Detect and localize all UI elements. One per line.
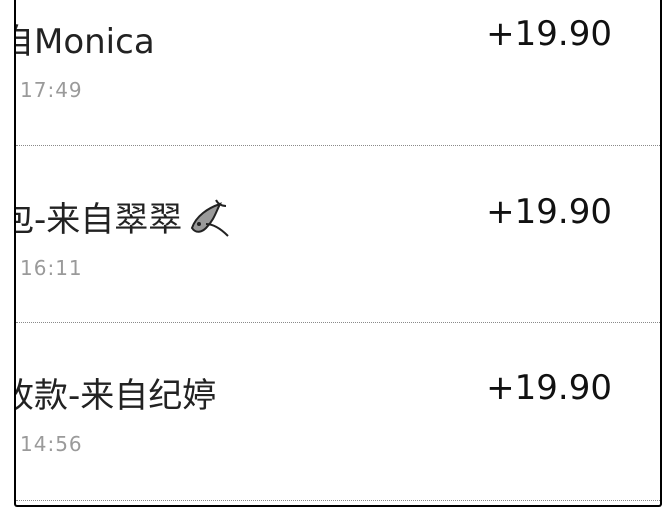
transaction-amount: +19.90 (486, 368, 612, 408)
transaction-title: 自Monica (14, 22, 155, 62)
fish-emoji-icon (186, 194, 232, 249)
transaction-amount: +19.90 (486, 192, 612, 232)
transaction-row[interactable]: 包-来自翠翠 16:11 +19.90 (16, 179, 660, 357)
transaction-row[interactable]: 自Monica 17:49 +19.90 (16, 0, 660, 178)
transaction-title: 包-来自翠翠 (14, 200, 183, 240)
transaction-time: 16:11 (20, 256, 83, 280)
row-divider (16, 145, 660, 146)
transaction-title-wrap: 包-来自翠翠 (14, 192, 232, 249)
transaction-time: 17:49 (20, 78, 83, 102)
transaction-time: 14:56 (20, 432, 83, 456)
transaction-title: 收款-来自纪婷 (14, 376, 217, 416)
row-divider (16, 322, 660, 323)
row-divider (16, 500, 660, 501)
transaction-row[interactable]: 收款-来自纪婷 14:56 +19.90 (14, 357, 660, 505)
transaction-list: 自Monica 17:49 +19.90 包-来自翠翠 16:11 +19.90… (14, 0, 662, 507)
transaction-amount: +19.90 (486, 14, 612, 54)
